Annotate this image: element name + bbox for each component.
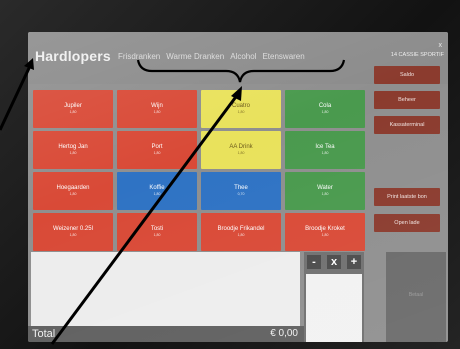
product-name: Jupiler (64, 103, 82, 109)
product-button[interactable]: Weizener 0.25l 1,80 (33, 213, 113, 251)
product-price: 1,80 (153, 151, 161, 155)
product-name: AA Drink (229, 144, 253, 150)
increase-button[interactable]: + (347, 255, 361, 269)
product-button[interactable]: Water 1,80 (285, 172, 365, 210)
product-button[interactable]: Broodje Frikandel 1,80 (201, 213, 281, 251)
product-price: 1,80 (69, 151, 77, 155)
kassaterminal-button[interactable]: Kassaterminal (374, 116, 440, 134)
close-icon[interactable]: x (439, 42, 443, 49)
product-name: Port (151, 144, 163, 150)
product-button[interactable]: Tosti 1,80 (117, 213, 197, 251)
product-button[interactable]: Koffie 1,80 (117, 172, 197, 210)
pay-button[interactable]: Betaal (386, 252, 446, 342)
total-label: Total (32, 328, 56, 340)
pos-screen: Hardlopers Frisdranken Warme Dranken Alc… (28, 32, 448, 342)
total-value: € 0,00 (270, 328, 298, 339)
product-price: 1,80 (69, 233, 77, 237)
user-label: 14 CASSIE SPORTIF (390, 52, 444, 58)
total-bar: Total € 0,00 (28, 326, 304, 342)
product-name: Thee (234, 185, 248, 191)
product-button[interactable]: Broodje Kroket 1,80 (285, 213, 365, 251)
tab-warme-dranken[interactable]: Warme Dranken (166, 52, 224, 61)
product-name: Wijn (151, 103, 163, 109)
product-name: Cola (318, 103, 332, 109)
product-button[interactable]: Thee 0,70 (201, 172, 281, 210)
product-button[interactable]: Port 1,80 (117, 131, 197, 169)
remove-button[interactable]: x (327, 255, 341, 269)
product-name: Hoegaarden (56, 185, 90, 191)
order-list[interactable] (31, 252, 300, 326)
product-price: 1,80 (153, 110, 161, 114)
product-name: Cuatro (231, 103, 250, 109)
product-name: Broodje Kroket (305, 226, 345, 232)
pay-button-label: Betaal (408, 292, 424, 298)
product-name: Tosti (150, 226, 164, 232)
product-grid: Jupiler 1,80 Wijn 1,80 Cuatro 1,80 Cola 1,80 Her… (33, 90, 365, 251)
beheer-button[interactable]: Beheer (374, 91, 440, 109)
product-price: 1,80 (321, 110, 329, 114)
quantity-display (306, 274, 362, 342)
product-price: 1,80 (321, 233, 329, 237)
product-button[interactable]: AA Drink 1,80 (201, 131, 281, 169)
product-button[interactable]: Hoegaarden 1,80 (33, 172, 113, 210)
product-price: 1,80 (321, 192, 329, 196)
product-button[interactable]: Hertog Jan 1,80 (33, 131, 113, 169)
product-price: 1,80 (153, 192, 161, 196)
product-name: Hertog Jan (58, 144, 88, 150)
print-last-receipt-button[interactable]: Print laatste bon (374, 188, 440, 206)
product-button[interactable]: Cola 1,80 (285, 90, 365, 128)
tab-alcohol[interactable]: Alcohol (230, 52, 256, 61)
tab-etenswaren[interactable]: Etenswaren (262, 52, 304, 61)
saldo-button[interactable]: Saldo (374, 66, 440, 84)
category-tabs: Frisdranken Warme Dranken Alcohol Etensw… (118, 52, 305, 61)
product-price: 1,80 (321, 151, 329, 155)
product-price: 1,80 (237, 151, 245, 155)
product-button[interactable]: Wijn 1,80 (117, 90, 197, 128)
open-drawer-button[interactable]: Open lade (374, 214, 440, 232)
app-title: Hardlopers (35, 48, 111, 64)
quantity-stepper: - x + (304, 252, 364, 342)
product-button[interactable]: Cuatro 1,80 (201, 90, 281, 128)
product-price: 1,80 (237, 233, 245, 237)
product-button[interactable]: Ice Tea 1,80 (285, 131, 365, 169)
product-name: Koffie (149, 185, 165, 191)
product-button[interactable]: Jupiler 1,80 (33, 90, 113, 128)
product-price: 1,80 (69, 110, 77, 114)
product-name: Ice Tea (315, 144, 335, 150)
product-price: 1,80 (69, 192, 77, 196)
decrease-button[interactable]: - (307, 255, 321, 269)
product-name: Weizener 0.25l (53, 226, 93, 232)
product-price: 1,80 (153, 233, 161, 237)
product-name: Broodje Frikandel (217, 226, 265, 232)
product-price: 1,80 (237, 110, 245, 114)
product-price: 0,70 (237, 192, 245, 196)
tab-frisdranken[interactable]: Frisdranken (118, 52, 160, 61)
product-name: Water (317, 185, 333, 191)
